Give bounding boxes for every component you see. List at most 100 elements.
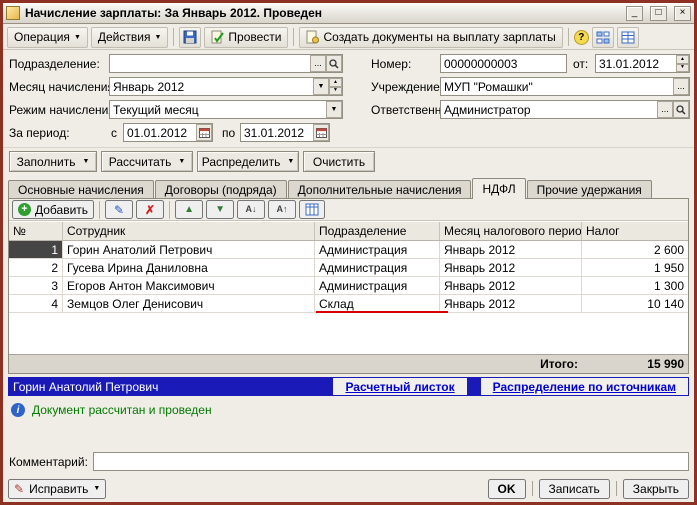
period-to-label: по	[222, 126, 236, 140]
department-choose-button[interactable]: ...	[310, 55, 326, 72]
institution-field[interactable]: МУП "Ромашки" ...	[440, 77, 690, 96]
department-field[interactable]: ...	[109, 54, 343, 73]
tab-contracts[interactable]: Договоры (подряда)	[154, 180, 287, 199]
row-num-cell[interactable]: 2	[9, 259, 63, 277]
table-row[interactable]: 2 Гусева Ирина Даниловна Администрация Я…	[9, 259, 688, 277]
distribute-button[interactable]: Распределить ▼	[197, 151, 299, 172]
employee-cell[interactable]: Горин Анатолий Петрович	[63, 241, 315, 259]
post-button[interactable]: Провести	[204, 26, 289, 48]
tax-cell[interactable]: 2 600	[582, 241, 688, 259]
info-icon: i	[11, 403, 25, 417]
responsible-search-button[interactable]	[673, 101, 689, 118]
column-header-num[interactable]: №	[9, 222, 63, 240]
save-button[interactable]: Записать	[538, 478, 610, 499]
month-dropdown-button[interactable]: ▼	[313, 78, 329, 95]
create-payout-docs-button[interactable]: Создать документы на выплату зарплаты	[299, 26, 563, 48]
month-value: Январь 2012	[113, 79, 185, 94]
table-row[interactable]: 3 Егоров Антон Максимович Администрация …	[9, 277, 688, 295]
column-header-tax-period[interactable]: Месяц налогового перио...	[440, 222, 582, 240]
fill-button[interactable]: Заполнить ▼	[9, 151, 97, 172]
number-label: Номер:	[371, 57, 412, 71]
operation-menu-button[interactable]: Операция ▼	[7, 26, 88, 48]
employee-cell[interactable]: Егоров Антон Максимович	[63, 277, 315, 295]
tab-additional-accruals[interactable]: Дополнительные начисления	[287, 180, 472, 199]
table-row[interactable]: 1 Горин Анатолий Петрович Администрация …	[9, 241, 688, 259]
mode-dropdown-button[interactable]: ▼	[326, 101, 342, 118]
chevron-down-icon: ▼	[82, 158, 90, 165]
tab-ndfl[interactable]: НДФЛ	[472, 178, 526, 199]
actions-menu-button[interactable]: Действия ▼	[90, 26, 169, 48]
month-field[interactable]: Январь 2012 ▼ ▲ ▼	[109, 77, 343, 96]
employee-cell[interactable]: Земцов Олег Денисович	[63, 295, 315, 313]
comment-input[interactable]	[93, 452, 689, 471]
row-num-cell[interactable]: 3	[9, 277, 63, 295]
magnifier-icon	[676, 104, 686, 115]
document-structure-button[interactable]	[591, 26, 614, 48]
ok-button[interactable]: OK	[487, 478, 526, 499]
column-header-employee[interactable]: Сотрудник	[63, 222, 315, 240]
number-field[interactable]: 00000000003	[440, 54, 567, 73]
institution-choose-button[interactable]: ...	[673, 78, 689, 95]
maximize-button[interactable]: □	[650, 5, 667, 21]
save-icon-button[interactable]	[179, 26, 202, 48]
add-row-button[interactable]: + Добавить	[12, 200, 95, 219]
close-form-button[interactable]: Закрыть	[622, 478, 689, 499]
close-button[interactable]: ×	[674, 5, 691, 21]
window-title: Начисление зарплаты: За Январь 2012. Про…	[25, 6, 323, 20]
tax-period-cell[interactable]: Январь 2012	[440, 295, 582, 313]
registers-button[interactable]	[616, 26, 639, 48]
date-spinner[interactable]: ▲ ▼	[676, 55, 689, 72]
fix-button[interactable]: ✎ Исправить ▼	[8, 478, 107, 499]
period-to-field[interactable]: 31.01.2012	[240, 123, 330, 142]
tax-period-cell[interactable]: Январь 2012	[440, 277, 582, 295]
clear-button[interactable]: Очистить	[303, 151, 375, 172]
tax-period-cell[interactable]: Январь 2012	[440, 259, 582, 277]
period-from-field[interactable]: 01.01.2012	[123, 123, 213, 142]
employee-cell[interactable]: Гусева Ирина Даниловна	[63, 259, 315, 277]
calculate-button[interactable]: Рассчитать ▼	[101, 151, 193, 172]
tab-other-deductions[interactable]: Прочие удержания	[526, 180, 652, 199]
department-search-button[interactable]	[326, 55, 342, 72]
chevron-down-icon: ▼	[317, 83, 325, 90]
row-num-cell[interactable]: 4	[9, 295, 63, 313]
sort-ascending-button[interactable]: А↓	[237, 200, 266, 219]
period-from-calendar-button[interactable]	[196, 124, 212, 141]
institution-value: МУП "Ромашки"	[444, 79, 533, 94]
edit-row-button[interactable]: ✎	[105, 200, 134, 219]
spin-up-icon[interactable]: ▲	[329, 78, 342, 87]
grid-settings-button[interactable]	[299, 200, 326, 219]
toolbar-separator	[293, 28, 295, 46]
responsible-choose-button[interactable]: ...	[657, 101, 673, 118]
department-cell[interactable]: Администрация	[315, 259, 440, 277]
month-spinner[interactable]: ▲ ▼	[329, 78, 342, 95]
mode-field[interactable]: Текущий месяц ▼	[109, 100, 343, 119]
department-cell[interactable]: Администрация	[315, 277, 440, 295]
delete-row-button[interactable]: ✗	[136, 200, 165, 219]
sources-distribution-link[interactable]: Распределение по источникам	[480, 378, 688, 395]
tax-cell[interactable]: 1 950	[582, 259, 688, 277]
spin-up-icon[interactable]: ▲	[676, 55, 689, 64]
tab-main-accruals[interactable]: Основные начисления	[8, 180, 154, 199]
tax-period-cell[interactable]: Январь 2012	[440, 241, 582, 259]
row-num-cell[interactable]: 1	[9, 241, 63, 259]
payout-document-icon	[306, 30, 320, 44]
period-to-calendar-button[interactable]	[313, 124, 329, 141]
sort-descending-button[interactable]: А↑	[268, 200, 297, 219]
spin-down-icon[interactable]: ▼	[676, 63, 689, 72]
department-cell[interactable]: Администрация	[315, 241, 440, 259]
column-header-tax[interactable]: Налог	[582, 222, 688, 240]
period-from-value: 01.01.2012	[127, 125, 188, 140]
date-field[interactable]: 31.01.2012 ▲ ▼	[595, 54, 690, 73]
move-down-button[interactable]: ▼	[206, 200, 235, 219]
tax-cell[interactable]: 10 140	[582, 295, 688, 313]
responsible-field[interactable]: Администратор ...	[440, 100, 690, 119]
magnifier-icon	[329, 58, 339, 69]
help-button[interactable]: ?	[573, 29, 589, 45]
move-up-button[interactable]: ▲	[175, 200, 204, 219]
payslip-link[interactable]: Расчетный листок	[333, 378, 467, 395]
column-header-department[interactable]: Подразделение	[315, 222, 440, 240]
spin-down-icon[interactable]: ▼	[329, 86, 342, 95]
tax-cell[interactable]: 1 300	[582, 277, 688, 295]
minimize-button[interactable]: _	[626, 5, 643, 21]
toolbar-separator	[567, 28, 569, 46]
